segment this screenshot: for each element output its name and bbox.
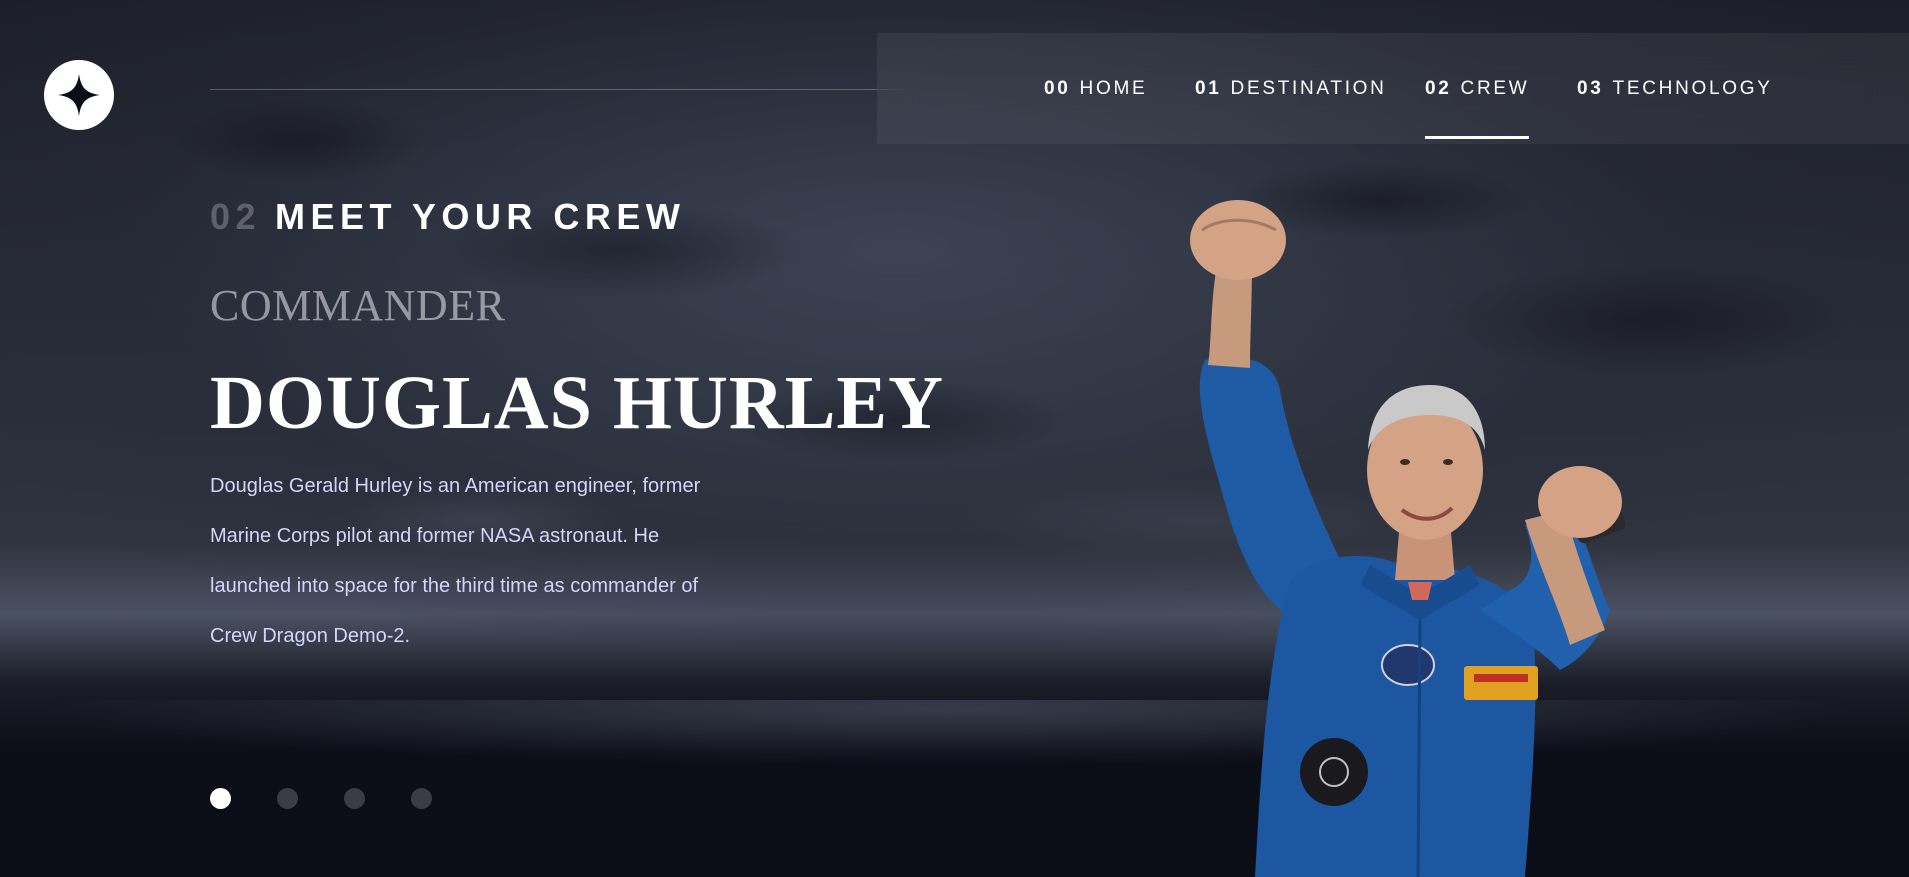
slider-dot-2[interactable] (277, 788, 298, 809)
crew-member-image (1190, 200, 1626, 877)
nav-item-home[interactable]: 00 HOME (1044, 33, 1147, 144)
subheading-text: MEET YOUR CREW (275, 196, 686, 237)
nav-item-destination[interactable]: 01 DESTINATION (1195, 33, 1387, 144)
nav-item-label: HOME (1079, 77, 1148, 99)
slider-dot-4[interactable] (411, 788, 432, 809)
nav-item-number: 03 (1577, 77, 1604, 99)
star-logo-icon[interactable] (44, 60, 114, 130)
crew-slider-dots (210, 788, 432, 809)
slider-dot-3[interactable] (344, 788, 365, 809)
nav-item-crew[interactable]: 02 CREW (1425, 33, 1530, 144)
page-subheading: 02 MEET YOUR CREW (210, 196, 685, 238)
crew-page: 00 HOME 01 DESTINATION 02 CREW 03 TECHNO… (0, 0, 1909, 877)
crew-role: COMMANDER (210, 281, 506, 330)
crew-name: DOUGLAS HURLEY (210, 361, 944, 445)
slider-dot-1[interactable] (210, 788, 231, 809)
nav-item-number: 00 (1044, 77, 1071, 99)
nav-item-number: 02 (1425, 77, 1452, 99)
nav-item-label: TECHNOLOGY (1612, 77, 1773, 99)
subheading-number: 02 (210, 196, 262, 237)
nav-item-technology[interactable]: 03 TECHNOLOGY (1577, 33, 1773, 144)
header-divider-line (210, 89, 917, 90)
nav-item-label: CREW (1460, 77, 1530, 99)
nav-item-label: DESTINATION (1230, 77, 1387, 99)
main-navigation: 00 HOME 01 DESTINATION 02 CREW 03 TECHNO… (877, 33, 1909, 144)
nav-item-number: 01 (1195, 77, 1222, 99)
crew-bio: Douglas Gerald Hurley is an American eng… (210, 475, 701, 647)
